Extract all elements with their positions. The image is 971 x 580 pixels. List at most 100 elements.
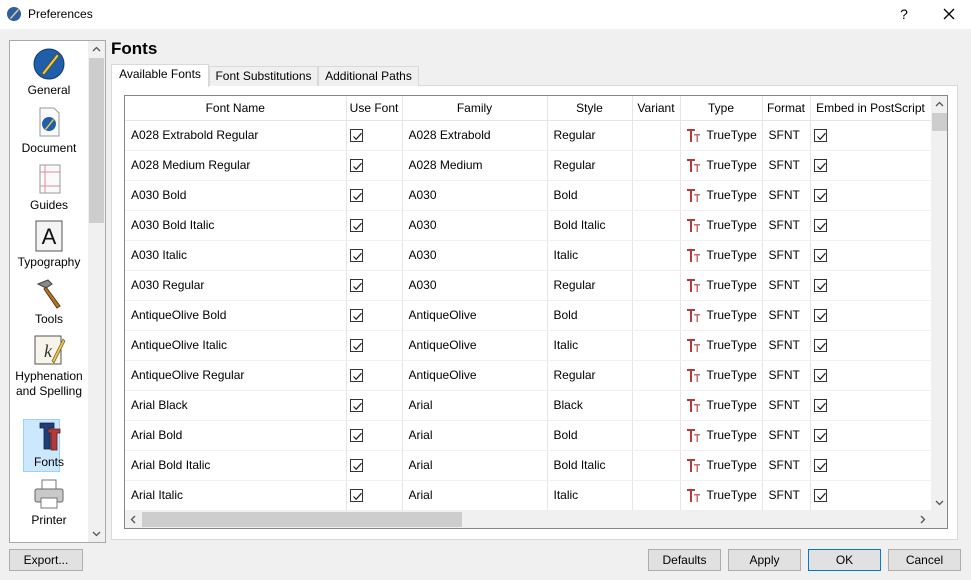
embed-cell[interactable] xyxy=(810,360,932,391)
embed-cell[interactable] xyxy=(810,270,932,301)
font-name-cell[interactable]: A030 Bold Italic xyxy=(125,210,347,241)
embed-checkbox[interactable] xyxy=(813,429,827,443)
font-name-cell[interactable]: A030 Italic xyxy=(125,240,347,271)
use-font-cell[interactable] xyxy=(346,480,403,511)
embed-checkbox[interactable] xyxy=(813,159,827,173)
embed-cell[interactable] xyxy=(810,390,932,421)
column-header-family[interactable]: Family xyxy=(402,96,548,121)
embed-checkbox[interactable] xyxy=(813,279,827,293)
use-font-checkbox[interactable] xyxy=(349,249,363,263)
use-font-cell[interactable] xyxy=(346,270,403,301)
use-font-cell[interactable] xyxy=(346,210,403,241)
sidebar-item-guides[interactable]: Guides xyxy=(10,162,88,213)
use-font-checkbox[interactable] xyxy=(349,279,363,293)
use-font-checkbox[interactable] xyxy=(349,369,363,383)
font-name-cell[interactable]: A030 Regular xyxy=(125,270,347,301)
scroll-up-icon[interactable] xyxy=(931,96,948,113)
use-font-cell[interactable] xyxy=(346,390,403,421)
embed-cell[interactable] xyxy=(810,420,932,451)
scroll-left-icon[interactable] xyxy=(125,511,142,528)
embed-checkbox[interactable] xyxy=(813,489,827,503)
close-icon[interactable] xyxy=(937,2,961,26)
use-font-cell[interactable] xyxy=(346,330,403,361)
table-row[interactable]: Arial Bold Arial Bold TrueType SFNT xyxy=(125,420,932,451)
font-name-cell[interactable]: A028 Medium Regular xyxy=(125,150,347,181)
table-row[interactable]: Arial Bold Italic Arial Bold Italic TrueTyp… xyxy=(125,450,932,481)
use-font-cell[interactable] xyxy=(346,120,403,151)
use-font-cell[interactable] xyxy=(346,360,403,391)
font-name-cell[interactable]: Arial Italic xyxy=(125,480,347,511)
font-name-cell[interactable]: AntiqueOlive Italic xyxy=(125,330,347,361)
use-font-checkbox[interactable] xyxy=(349,129,363,143)
column-header-type[interactable]: Type xyxy=(680,96,763,121)
use-font-checkbox[interactable] xyxy=(349,459,363,473)
defaults-button[interactable]: Defaults xyxy=(648,549,721,571)
cancel-button[interactable]: Cancel xyxy=(888,549,961,571)
font-name-cell[interactable]: Arial Bold Italic xyxy=(125,450,347,481)
tab-additional-paths[interactable]: Additional Paths xyxy=(318,66,419,86)
font-name-cell[interactable]: A030 Bold xyxy=(125,180,347,211)
font-name-cell[interactable]: Arial Bold xyxy=(125,420,347,451)
sidebar-scrollbar[interactable] xyxy=(88,41,105,542)
table-horizontal-scrollbar[interactable] xyxy=(125,511,931,528)
embed-checkbox[interactable] xyxy=(813,459,827,473)
use-font-checkbox[interactable] xyxy=(349,429,363,443)
use-font-cell[interactable] xyxy=(346,420,403,451)
font-name-cell[interactable]: A028 Extrabold Regular xyxy=(125,120,347,151)
use-font-checkbox[interactable] xyxy=(349,399,363,413)
use-font-checkbox[interactable] xyxy=(349,339,363,353)
table-row[interactable]: A030 Regular A030 Regular TrueType SFNT xyxy=(125,270,932,301)
scroll-down-icon[interactable] xyxy=(931,494,948,511)
embed-cell[interactable] xyxy=(810,120,932,151)
embed-cell[interactable] xyxy=(810,300,932,331)
scroll-right-icon[interactable] xyxy=(914,511,931,528)
embed-checkbox[interactable] xyxy=(813,189,827,203)
tab-available-fonts[interactable]: Available Fonts xyxy=(111,64,209,87)
use-font-cell[interactable] xyxy=(346,240,403,271)
embed-checkbox[interactable] xyxy=(813,339,827,353)
embed-cell[interactable] xyxy=(810,240,932,271)
sidebar-item-typography[interactable]: A Typography xyxy=(10,219,88,270)
table-row[interactable]: Arial Black Arial Black TrueType SFNT xyxy=(125,390,932,421)
table-row[interactable]: A028 Medium Regular A028 Medium Regular Tru… xyxy=(125,150,932,181)
use-font-cell[interactable] xyxy=(346,450,403,481)
apply-button[interactable]: Apply xyxy=(728,549,801,571)
sidebar-item-tools[interactable]: Tools xyxy=(10,276,88,327)
use-font-checkbox[interactable] xyxy=(349,309,363,323)
column-header-style[interactable]: Style xyxy=(547,96,633,121)
ok-button[interactable]: OK xyxy=(808,549,881,571)
embed-checkbox[interactable] xyxy=(813,369,827,383)
embed-checkbox[interactable] xyxy=(813,219,827,233)
embed-checkbox[interactable] xyxy=(813,249,827,263)
use-font-cell[interactable] xyxy=(346,150,403,181)
embed-cell[interactable] xyxy=(810,180,932,211)
sidebar-item-document[interactable]: Document xyxy=(10,105,88,156)
use-font-cell[interactable] xyxy=(346,300,403,331)
use-font-checkbox[interactable] xyxy=(349,489,363,503)
font-name-cell[interactable]: AntiqueOlive Bold xyxy=(125,300,347,331)
column-header-variant[interactable]: Variant xyxy=(632,96,681,121)
embed-cell[interactable] xyxy=(810,210,932,241)
sidebar-item-hyphenation[interactable]: k Hyphenation and Spelling xyxy=(10,333,88,399)
column-header-format[interactable]: Format xyxy=(762,96,811,121)
table-row[interactable]: AntiqueOlive Regular AntiqueOlive Regular T… xyxy=(125,360,932,391)
table-hscroll-thumb[interactable] xyxy=(142,512,462,527)
table-row[interactable]: AntiqueOlive Bold AntiqueOlive Bold TrueTyp… xyxy=(125,300,932,331)
embed-cell[interactable] xyxy=(810,150,932,181)
embed-checkbox[interactable] xyxy=(813,129,827,143)
use-font-cell[interactable] xyxy=(346,180,403,211)
table-row[interactable]: A030 Bold A030 Bold TrueType SFNT xyxy=(125,180,932,211)
sidebar-item-general[interactable]: General xyxy=(10,47,88,98)
table-row[interactable]: AntiqueOlive Italic AntiqueOlive Italic Tru… xyxy=(125,330,932,361)
table-row[interactable]: A030 Italic A030 Italic TrueType SFNT xyxy=(125,240,932,271)
embed-cell[interactable] xyxy=(810,330,932,361)
use-font-checkbox[interactable] xyxy=(349,189,363,203)
use-font-checkbox[interactable] xyxy=(349,219,363,233)
help-button[interactable]: ? xyxy=(893,3,915,25)
table-vscroll-thumb[interactable] xyxy=(932,113,947,131)
table-row[interactable]: A028 Extrabold Regular A028 Extrabold Regu… xyxy=(125,120,932,151)
sidebar-scroll-thumb[interactable] xyxy=(89,58,104,223)
embed-checkbox[interactable] xyxy=(813,399,827,413)
font-name-cell[interactable]: AntiqueOlive Regular xyxy=(125,360,347,391)
embed-cell[interactable] xyxy=(810,480,932,511)
